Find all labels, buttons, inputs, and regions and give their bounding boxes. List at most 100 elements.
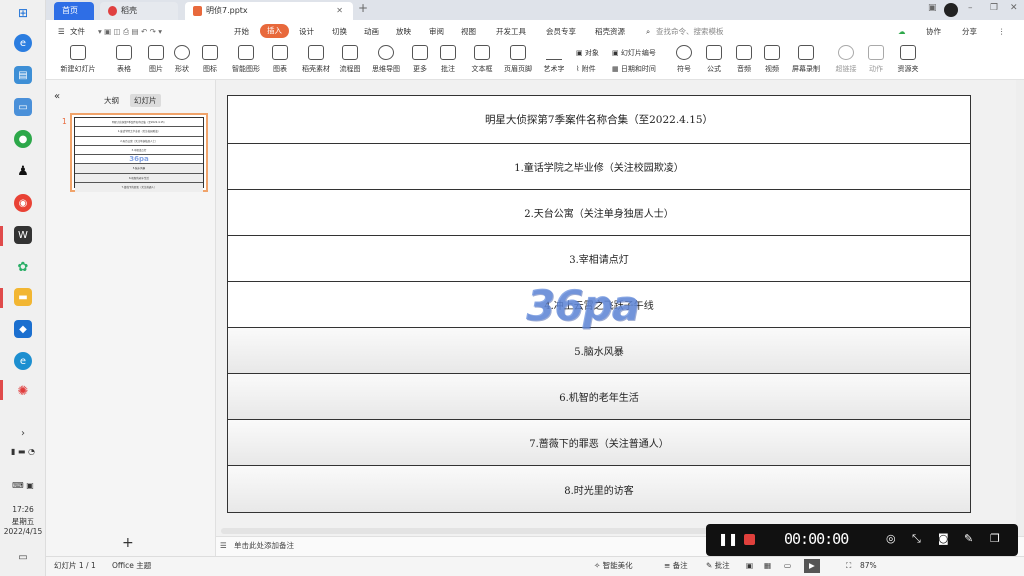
slide-canvas[interactable]: 明星大侦探第7季案件名称合集（至2022.4.15） 1.童话学院之毕业修（关注…	[227, 95, 971, 513]
pen-icon[interactable]: ✎	[964, 532, 978, 546]
textbox-button[interactable]: 文本框	[464, 45, 500, 77]
menu-view[interactable]: 视图	[461, 25, 476, 38]
laptop-icon[interactable]: ▭	[14, 98, 32, 116]
qq-icon[interactable]: ♟	[14, 162, 32, 180]
menu-file[interactable]: 文件	[70, 25, 85, 38]
episode-row-8[interactable]: 8.时光里的访客	[228, 466, 970, 512]
command-search-input[interactable]: 查找命令、搜索模板	[656, 25, 724, 38]
tab-close-icon[interactable]: ✕	[336, 2, 343, 20]
green-app-icon[interactable]: ●	[14, 130, 32, 148]
fit-window-icon[interactable]: ⛶	[846, 557, 851, 575]
sorter-view-icon[interactable]: ▦	[764, 557, 771, 575]
tab-docer[interactable]: 稻壳	[100, 2, 178, 20]
window-icon[interactable]: ❐	[990, 532, 1004, 546]
header-footer-button[interactable]: 页眉页脚	[498, 45, 538, 77]
wps-icon[interactable]: W	[14, 226, 32, 244]
docer-material-button[interactable]: 稻壳素材	[296, 45, 336, 77]
webcam-icon[interactable]: ◎	[886, 532, 900, 546]
menu-developer[interactable]: 开发工具	[496, 25, 526, 38]
screenshot-icon[interactable]: ◙	[938, 532, 952, 546]
tab-current-document[interactable]: 明侦7.pptx ✕	[185, 2, 353, 20]
menu-review[interactable]: 审阅	[429, 25, 444, 38]
tab-outline[interactable]: 大纲	[100, 94, 123, 107]
mindmap-button[interactable]: 思维导图	[366, 45, 406, 77]
pause-icon[interactable]: ❚❚	[718, 532, 738, 546]
clock-weekday[interactable]: 星期五	[0, 516, 46, 527]
collapse-panel-icon[interactable]: «	[50, 90, 64, 103]
chart-button[interactable]: 图表	[262, 45, 298, 77]
clock-date[interactable]: 2022/4/15	[0, 527, 46, 536]
wordart-button[interactable]: 艺术字	[536, 45, 572, 77]
menu-transitions[interactable]: 切换	[332, 25, 347, 38]
comment-button[interactable]: 批注	[430, 45, 466, 77]
notification-icon[interactable]: ▭	[14, 548, 32, 566]
episode-row-3[interactable]: 3.宰相请点灯	[228, 236, 970, 282]
action-button[interactable]: 动作	[858, 45, 894, 77]
notes-toggle-button[interactable]: ≡ 备注	[664, 557, 688, 575]
window-layout-icon[interactable]: ▣	[928, 3, 937, 13]
episode-row-2[interactable]: 2.天台公寓（关注单身独居人士）	[228, 190, 970, 236]
clock-time[interactable]: 17:26	[0, 505, 46, 514]
tab-home[interactable]: 首页	[54, 2, 94, 20]
menu-docer-resources[interactable]: 稻壳资源	[595, 25, 625, 38]
comments-toggle-button[interactable]: ✎ 批注	[706, 557, 730, 575]
date-time-button[interactable]: ▦ 日期和时间	[612, 64, 656, 74]
reading-view-icon[interactable]: ▭	[784, 557, 791, 575]
horizontal-scrollbar[interactable]	[221, 528, 741, 534]
tray-misc-icons[interactable]: ⌨ ▣	[4, 476, 42, 494]
icon-button[interactable]: 图标	[192, 45, 228, 77]
slide-number-button[interactable]: ▣ 幻灯片编号	[612, 48, 656, 58]
edge-icon[interactable]: e	[14, 352, 32, 370]
expand-tray-icon[interactable]: ›	[14, 424, 32, 442]
episode-row-5[interactable]: 5.脑水风暴	[228, 328, 970, 374]
table-button[interactable]: 表格	[106, 45, 142, 77]
theme-name[interactable]: Office 主题	[112, 557, 151, 575]
collapse-icon[interactable]: ⤡	[912, 532, 926, 546]
smart-art-button[interactable]: 智能图形	[226, 45, 266, 77]
ie-browser-icon[interactable]: e	[14, 34, 32, 52]
quick-access-icons[interactable]: ▾ ▣ ◫ ⎙ ▤ ↶ ↷ ▾	[98, 25, 162, 38]
menu-insert[interactable]: 插入	[260, 24, 289, 38]
more-options-icon[interactable]: ⋮	[998, 25, 1006, 38]
menu-animation[interactable]: 动画	[364, 25, 379, 38]
menu-design[interactable]: 设计	[299, 25, 314, 38]
maximize-icon[interactable]: ❐	[990, 3, 998, 13]
wechat-icon[interactable]: ✿	[14, 258, 32, 276]
share-button[interactable]: 分享	[962, 25, 977, 38]
beautify-button[interactable]: ✧ 智能美化	[594, 557, 633, 575]
blue-app-icon[interactable]: ◆	[14, 320, 32, 338]
cloud-sync-icon[interactable]: ☁	[898, 25, 906, 38]
resource-folder-button[interactable]: 资源夹	[890, 45, 926, 77]
remote-desktop-icon[interactable]: ▤	[14, 66, 32, 84]
menu-home[interactable]: 开始	[234, 25, 249, 38]
new-tab-button[interactable]: +	[358, 1, 368, 15]
slide-thumbnail[interactable]: 明星大侦探第7季案件名称合集（至2022.4.15） 1.童话学院之毕业修（关注…	[70, 113, 208, 193]
flowchart-button[interactable]: 流程图	[332, 45, 368, 77]
zoom-level[interactable]: 87%	[860, 557, 877, 575]
file-explorer-icon[interactable]: ▬	[14, 288, 32, 306]
stop-icon[interactable]	[744, 534, 755, 545]
slide-title-cell[interactable]: 明星大侦探第7季案件名称合集（至2022.4.15）	[228, 96, 970, 144]
episode-row-1[interactable]: 1.童话学院之毕业修（关注校园欺凌）	[228, 144, 970, 190]
normal-view-icon[interactable]: ▣	[746, 557, 753, 575]
tray-status-icons[interactable]: ▮ ▬ ◔	[2, 442, 44, 460]
add-slide-button[interactable]: +	[118, 534, 138, 552]
play-slideshow-icon[interactable]: ▶	[804, 559, 820, 573]
chrome-icon[interactable]: ◉	[14, 194, 32, 212]
menu-slideshow[interactable]: 放映	[396, 25, 411, 38]
new-slide-button[interactable]: 新建幻灯片	[56, 45, 100, 77]
video-button[interactable]: 视频	[754, 45, 790, 77]
vertical-scrollbar[interactable]	[1016, 80, 1024, 536]
episode-row-7[interactable]: 7.蔷薇下的罪恶（关注普通人）	[228, 420, 970, 466]
minimize-icon[interactable]: –	[968, 3, 973, 13]
collab-button[interactable]: 协作	[926, 25, 941, 38]
episode-row-6[interactable]: 6.机智的老年生活	[228, 374, 970, 420]
red-app-icon[interactable]: ✺	[14, 382, 32, 400]
attachment-button[interactable]: ⌇ 附件	[576, 64, 596, 74]
windows-start-icon[interactable]: ⊞	[14, 4, 32, 22]
close-window-icon[interactable]: ✕	[1010, 3, 1018, 13]
screen-record-button[interactable]: 屏幕录制	[786, 45, 826, 77]
search-icon[interactable]: ⌕	[646, 25, 650, 38]
tab-slides[interactable]: 幻灯片	[130, 94, 161, 107]
menu-member[interactable]: 会员专享	[546, 25, 576, 38]
